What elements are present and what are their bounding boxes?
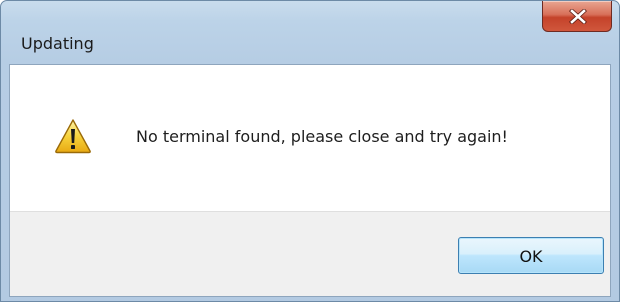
close-button[interactable] (542, 1, 612, 32)
dialog-content: No terminal found, please close and try … (9, 64, 611, 297)
warning-icon (55, 119, 91, 154)
ok-button[interactable]: OK (458, 237, 604, 274)
window-title: Updating (21, 34, 94, 53)
message-area: No terminal found, please close and try … (10, 65, 610, 211)
button-bar: OK (10, 211, 610, 296)
dialog-window: Updating No terminal found, please close… (0, 0, 620, 302)
title-bar[interactable]: Updating (1, 1, 619, 64)
close-x-icon (569, 9, 587, 24)
message-text: No terminal found, please close and try … (136, 127, 508, 146)
